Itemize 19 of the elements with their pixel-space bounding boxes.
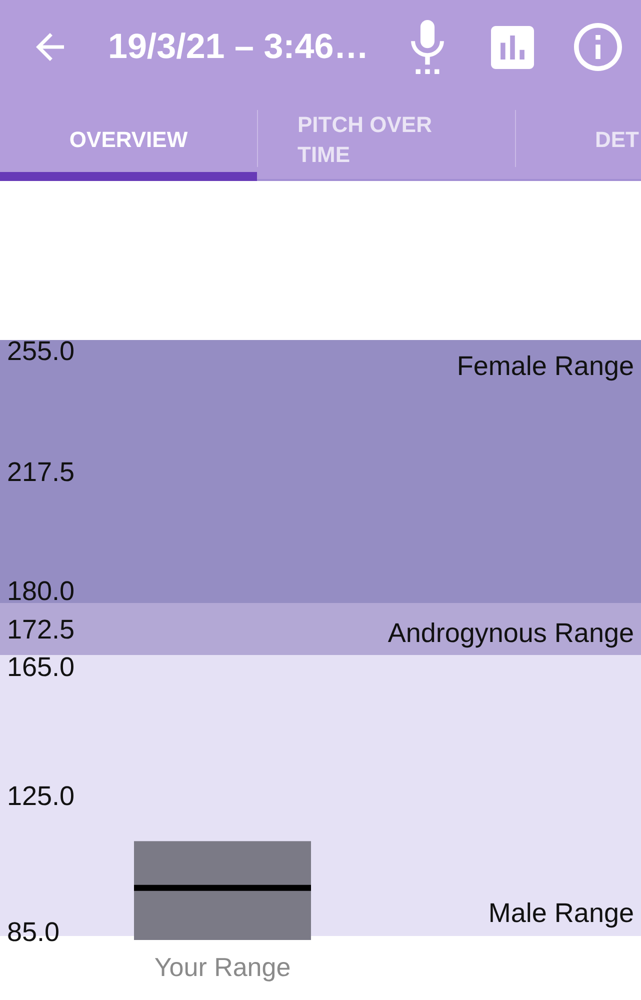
- bar-chart-icon[interactable]: [491, 26, 534, 68]
- range-label: Androgynous Range: [388, 618, 634, 648]
- range-label: Female Range: [456, 351, 634, 381]
- axis-tick-label: 165.0: [7, 652, 75, 682]
- back-arrow-icon[interactable]: [36, 33, 64, 61]
- tab[interactable]: OVERVIEW: [0, 107, 257, 181]
- app-bar-title: 19/3/21 – 3:46…: [108, 27, 370, 67]
- tab[interactable]: PITCH OVER TIME: [258, 107, 515, 181]
- axis-tick-label: 180.0: [7, 576, 75, 606]
- axis-tick-label: 217.5: [7, 457, 75, 487]
- category-label: Your Range: [154, 952, 291, 982]
- range-label: Male Range: [488, 898, 634, 928]
- axis-tick-label: 255.0: [7, 340, 75, 366]
- info-icon[interactable]: [574, 23, 622, 71]
- microphone-icon[interactable]: [411, 20, 444, 74]
- axis-tick-label: 85.0: [7, 917, 60, 947]
- axis-tick-label: 125.0: [7, 781, 75, 811]
- axis-tick-label: 172.5: [7, 614, 75, 644]
- tab[interactable]: DET: [516, 107, 641, 181]
